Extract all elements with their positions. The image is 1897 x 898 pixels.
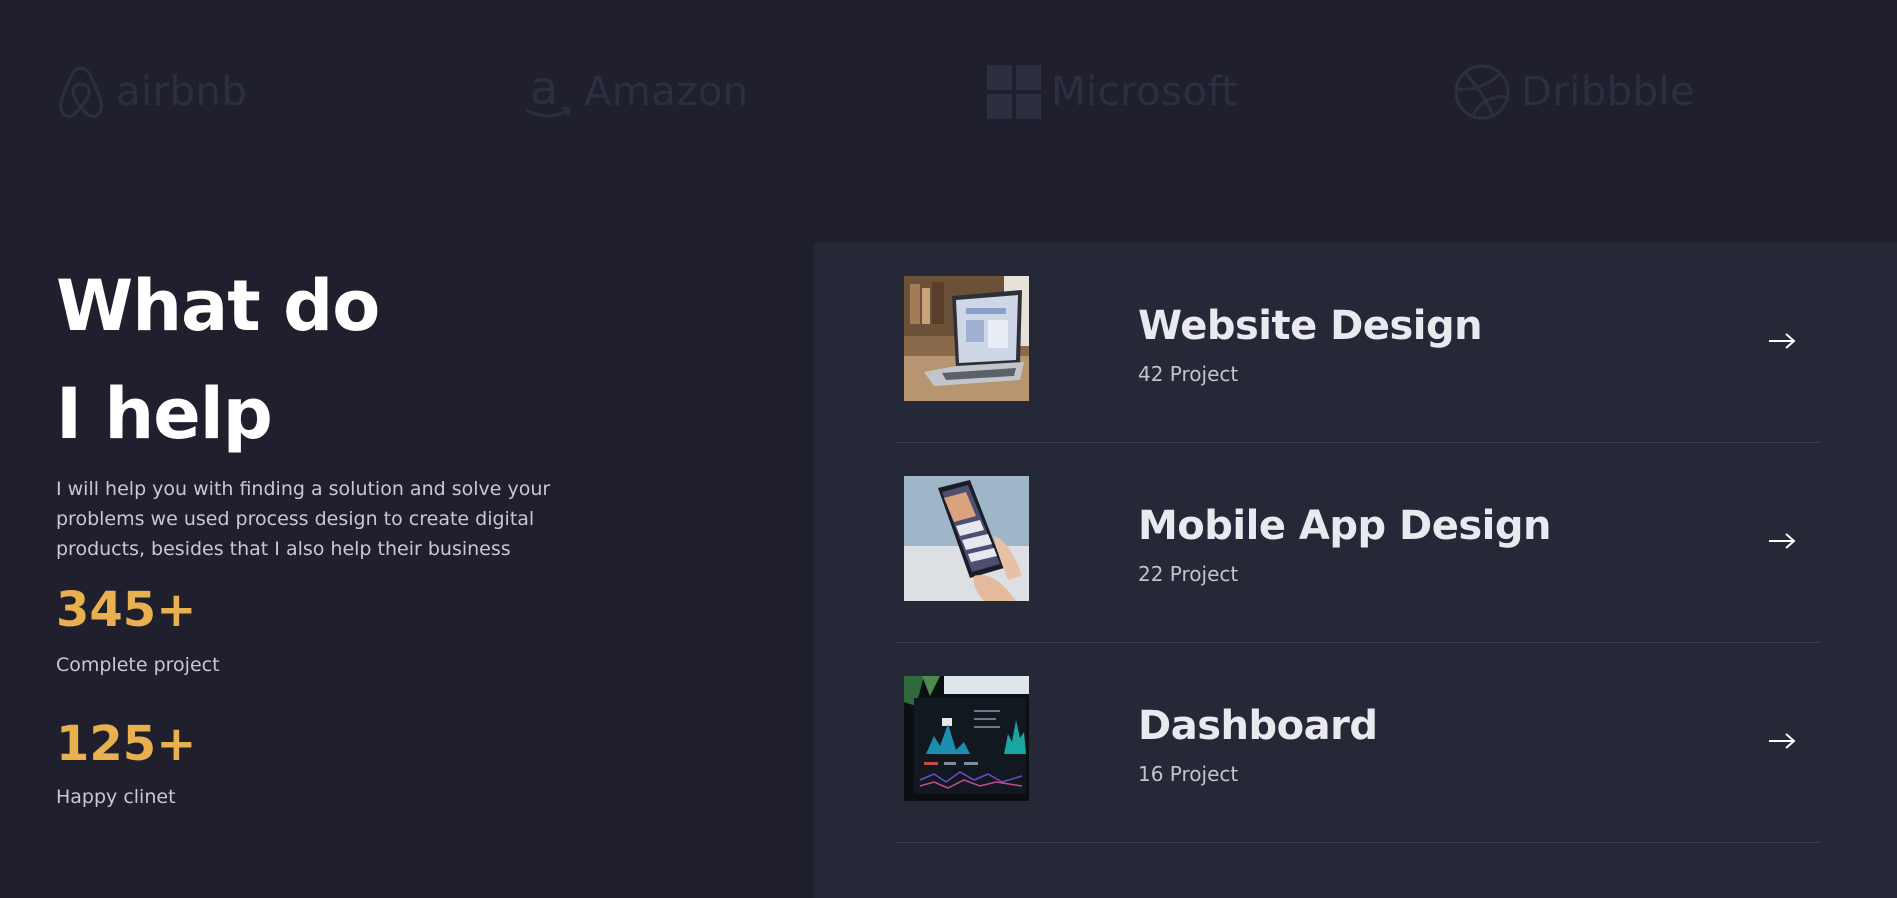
amazon-wordmark: Amazon bbox=[584, 69, 749, 115]
service-title: Website Design bbox=[1138, 303, 1483, 349]
section-heading: What do I help bbox=[56, 252, 616, 468]
dashboard-photo bbox=[904, 676, 1029, 801]
service-count: 42 Project bbox=[1138, 362, 1239, 386]
service-item-dashboard[interactable]: Dashboard 16 Project bbox=[896, 643, 1820, 843]
dribbble-wordmark: Dribbble bbox=[1521, 69, 1696, 115]
service-count: 16 Project bbox=[1138, 762, 1239, 786]
stat-label: Complete project bbox=[56, 654, 220, 676]
stat-happy-client: 125+ Happy clinet bbox=[56, 714, 196, 812]
airbnb-wordmark: airbnb bbox=[116, 69, 248, 115]
services-panel: Website Design 42 Project Mobile App Des… bbox=[814, 243, 1897, 898]
dribbble-icon bbox=[1454, 64, 1510, 120]
airbnb-logo: airbnb bbox=[56, 62, 247, 122]
heading-line-2: I help bbox=[56, 373, 273, 455]
service-title: Mobile App Design bbox=[1138, 503, 1552, 549]
section-description: I will help you with finding a solution … bbox=[56, 478, 551, 560]
amazon-icon: a bbox=[525, 64, 571, 118]
phone-photo bbox=[904, 476, 1029, 601]
microsoft-icon bbox=[987, 65, 1041, 119]
microsoft-wordmark: Microsoft bbox=[1051, 69, 1238, 115]
stat-complete-project: 345+ Complete project bbox=[56, 580, 220, 680]
microsoft-logo: Microsoft bbox=[987, 62, 1238, 122]
amazon-logo: a Amazon bbox=[522, 62, 749, 122]
service-count: 22 Project bbox=[1138, 562, 1239, 586]
dribbble-logo: Dribbble bbox=[1453, 62, 1695, 122]
service-thumbnail bbox=[904, 276, 1029, 401]
stat-value: 125+ bbox=[56, 716, 197, 772]
arrow-right-icon[interactable] bbox=[1766, 325, 1798, 357]
svg-text:a: a bbox=[530, 64, 559, 115]
stat-value: 345+ bbox=[56, 582, 197, 638]
service-thumbnail bbox=[904, 676, 1029, 801]
stat-label: Happy clinet bbox=[56, 786, 176, 808]
service-title: Dashboard bbox=[1138, 703, 1378, 749]
arrow-right-icon[interactable] bbox=[1766, 725, 1798, 757]
service-thumbnail bbox=[904, 476, 1029, 601]
laptop-photo bbox=[904, 276, 1029, 401]
arrow-right-icon[interactable] bbox=[1766, 525, 1798, 557]
heading-line-1: What do bbox=[56, 265, 380, 347]
client-logos: airbnb a Amazon Microsoft Dribbble bbox=[0, 0, 1897, 185]
airbnb-icon bbox=[59, 66, 103, 118]
services-intro: What do I help I will help you with find… bbox=[56, 252, 616, 564]
service-item-mobile-app-design[interactable]: Mobile App Design 22 Project bbox=[896, 443, 1820, 643]
service-item-website-design[interactable]: Website Design 42 Project bbox=[896, 243, 1820, 443]
